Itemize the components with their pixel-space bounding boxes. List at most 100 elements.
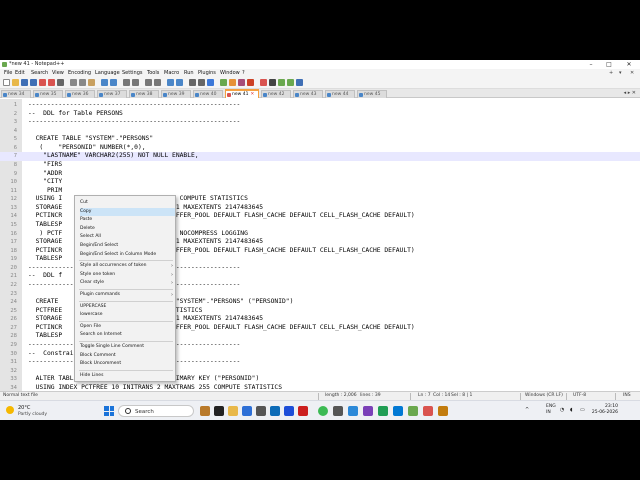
menu-edit[interactable]: Edit — [15, 70, 25, 76]
tab-new-43[interactable]: new 43 — [293, 90, 323, 98]
taskbar-search-box[interactable]: Search — [118, 405, 194, 417]
menu-run[interactable]: Run — [184, 70, 194, 76]
context-menu-item-lowercase[interactable]: lowercase — [80, 311, 175, 319]
sync-vertical-icon[interactable] — [167, 79, 174, 86]
code-line[interactable]: 2 -- DDL for Table PERSONS — [0, 110, 640, 119]
undo-icon[interactable] — [101, 79, 108, 86]
sync-horizontal-icon[interactable] — [176, 79, 183, 86]
file-explorer-icon[interactable] — [228, 406, 238, 416]
tab-new-40[interactable]: new 40 — [193, 90, 223, 98]
context-menu-item-delete[interactable]: Delete — [80, 225, 175, 233]
maximize-button[interactable]: □ — [602, 60, 616, 69]
context-menu-item-toggle-single-line-comment[interactable]: Toggle Single Line Comment — [80, 343, 175, 351]
chrome-icon[interactable] — [318, 406, 328, 416]
app-icon[interactable] — [393, 406, 403, 416]
menu-file[interactable]: File — [4, 70, 12, 76]
zoom-in-icon[interactable] — [145, 79, 152, 86]
tray-language[interactable]: ENG IN — [546, 404, 556, 416]
tab-new-34[interactable]: new 34 — [1, 90, 31, 98]
windows-start-icon[interactable] — [104, 406, 114, 416]
tab-new-45[interactable]: new 45 — [357, 90, 387, 98]
show-all-chars-icon[interactable] — [198, 79, 205, 86]
widget-app-icon[interactable] — [200, 406, 210, 416]
context-menu-item-uppercase[interactable]: UPPERCASE — [80, 303, 175, 311]
menu-help[interactable]: ? — [242, 70, 245, 76]
close-doc-icon[interactable]: ✕ — [630, 70, 634, 76]
stop-macro-icon[interactable] — [269, 79, 276, 86]
new-doc-icon[interactable]: + — [609, 70, 613, 76]
app-icon[interactable] — [378, 406, 388, 416]
speaker-icon[interactable]: ◖ — [570, 407, 573, 413]
tab-nav-arrows[interactable]: ◂ ▸ ✕ — [624, 90, 636, 96]
app-icon[interactable] — [363, 406, 373, 416]
function-list-icon[interactable] — [238, 79, 245, 86]
context-menu-item-paste[interactable]: Paste — [80, 216, 175, 224]
context-menu-item-begin-end-select-in-column-mode[interactable]: Begin/End Select in Column Mode — [80, 251, 175, 259]
context-menu-item-block-comment[interactable]: Block Comment — [80, 352, 175, 360]
redo-icon[interactable] — [110, 79, 117, 86]
weather-widget[interactable]: 20°C Partly cloudy — [6, 404, 56, 418]
menu-search[interactable]: Search — [31, 70, 48, 76]
menu-window[interactable]: Window — [220, 70, 240, 76]
zoom-out-icon[interactable] — [154, 79, 161, 86]
tab-new-41[interactable]: new 41 ✕ — [225, 89, 259, 98]
context-menu-item-open-file[interactable]: Open File — [80, 323, 175, 331]
notepadpp-taskbar-icon[interactable] — [408, 406, 418, 416]
context-menu-item-style-one-token[interactable]: Style one token › — [80, 271, 175, 279]
hp-icon[interactable] — [270, 406, 280, 416]
context-menu-item-select-all[interactable]: Select All — [80, 233, 175, 241]
code-line[interactable]: 11 PRIM — [0, 187, 640, 196]
close-tab-icon[interactable]: ✕ — [250, 92, 254, 97]
list-doc-icon[interactable]: ▾ — [619, 70, 622, 76]
tab-new-37[interactable]: new 37 — [97, 90, 127, 98]
context-menu-item-begin-end-select[interactable]: Begin/End Select — [80, 242, 175, 250]
context-menu-item-cut[interactable]: Cut — [80, 199, 175, 207]
code-line[interactable]: 8 "FIRS — [0, 161, 640, 170]
new-file-icon[interactable] — [3, 79, 10, 86]
cut-icon[interactable] — [70, 79, 77, 86]
open-file-icon[interactable] — [12, 79, 19, 86]
menu-tools[interactable]: Tools — [147, 70, 159, 76]
menu-settings[interactable]: Settings — [122, 70, 143, 76]
app-icon[interactable] — [423, 406, 433, 416]
menu-view[interactable]: View — [52, 70, 64, 76]
code-line[interactable]: 7 "LASTNAME" VARCHAR2(255) NOT NULL ENAB… — [0, 152, 640, 161]
context-menu-item-hide-lines[interactable]: Hide Lines — [80, 372, 175, 380]
tab-new-36[interactable]: new 36 — [65, 90, 95, 98]
tab-new-42[interactable]: new 42 — [261, 90, 291, 98]
battery-icon[interactable]: ▭ — [580, 407, 585, 413]
code-line[interactable]: 5 CREATE TABLE "SYSTEM"."PERSONS" — [0, 135, 640, 144]
save-icon[interactable] — [21, 79, 28, 86]
word-wrap-icon[interactable] — [189, 79, 196, 86]
code-line[interactable]: 3 ---------------------------------------… — [0, 118, 640, 127]
store-icon[interactable] — [242, 406, 252, 416]
context-menu-item-block-uncomment[interactable]: Block Uncomment — [80, 360, 175, 368]
close-all-icon[interactable] — [48, 79, 55, 86]
find-icon[interactable] — [123, 79, 130, 86]
code-line[interactable]: 4 — [0, 127, 640, 136]
tab-new-35[interactable]: new 35 — [33, 90, 63, 98]
run-macro-multiple-icon[interactable] — [287, 79, 294, 86]
close-button[interactable]: ✕ — [622, 60, 636, 69]
minimize-button[interactable]: – — [584, 60, 598, 69]
menu-plugins[interactable]: Plugins — [198, 70, 216, 76]
save-macro-icon[interactable] — [296, 79, 303, 86]
editor-area[interactable]: 1 ---------------------------------------… — [0, 99, 640, 391]
print-icon[interactable] — [57, 79, 64, 86]
save-all-icon[interactable] — [30, 79, 37, 86]
close-file-icon[interactable] — [39, 79, 46, 86]
indent-guide-icon[interactable] — [207, 79, 214, 86]
record-macro-icon[interactable] — [260, 79, 267, 86]
tab-new-39[interactable]: new 39 — [161, 90, 191, 98]
tab-new-44[interactable]: new 44 — [325, 90, 355, 98]
menu-encoding[interactable]: Encoding — [68, 70, 91, 76]
folder-workspace-icon[interactable] — [247, 79, 254, 86]
taskbar-clock[interactable]: 23:10 25-06-2026 — [592, 404, 618, 416]
play-macro-icon[interactable] — [278, 79, 285, 86]
app-icon[interactable] — [284, 406, 294, 416]
code-line[interactable]: 10 "CITY — [0, 178, 640, 187]
edge-icon[interactable] — [348, 406, 358, 416]
context-menu-item-style-all-occurrences-of-token[interactable]: Style all occurrences of token › — [80, 262, 175, 270]
menu-language[interactable]: Language — [95, 70, 120, 76]
task-view-icon[interactable] — [214, 406, 224, 416]
